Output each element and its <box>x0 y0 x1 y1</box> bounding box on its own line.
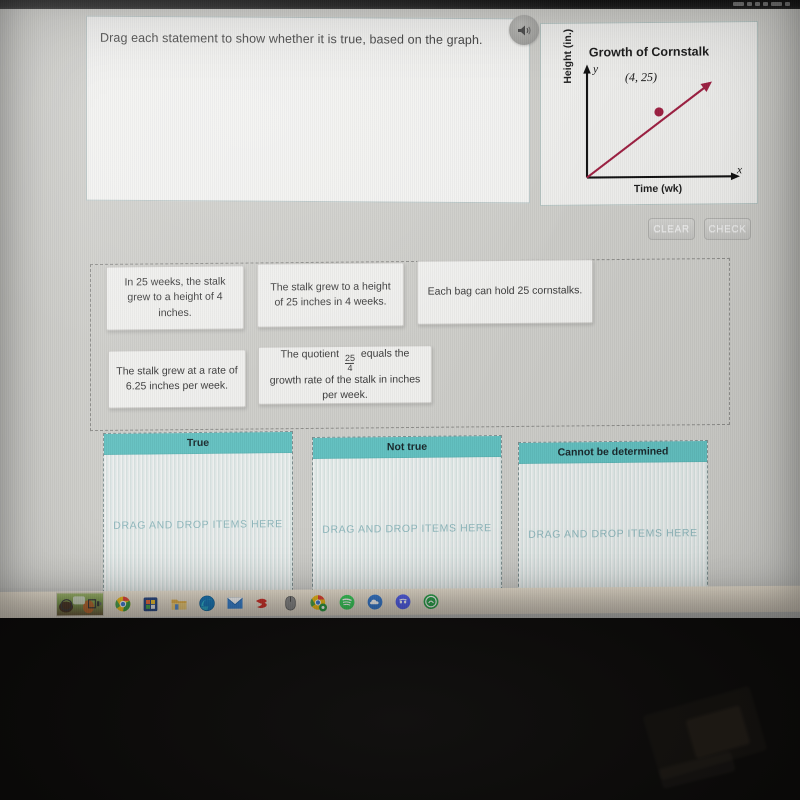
graph-panel: Growth of Cornstalk Height (in.) Time (w… <box>540 21 758 206</box>
graph-y-axis-label: Height (in.) <box>562 28 574 84</box>
statement-tile[interactable]: The stalk grew to a height of 25 inches … <box>257 262 404 328</box>
taskbar-icons <box>58 589 439 618</box>
statement-tile-text: The quotient 25 4 equals the growth rate… <box>266 346 424 404</box>
red-app-icon[interactable] <box>254 594 271 611</box>
circle-outline-icon <box>60 598 73 611</box>
browser-chrome-controls <box>733 1 790 7</box>
windows-taskbar <box>0 585 800 618</box>
speaker-icon <box>517 25 530 35</box>
google-chrome-icon[interactable] <box>114 595 131 612</box>
statement-tile[interactable]: The stalk grew at a rate of 6.25 inches … <box>108 349 246 409</box>
store-glyph-icon <box>143 596 158 611</box>
fraction-25-over-4: 25 4 <box>343 352 357 373</box>
statement-tile-text: In 25 weeks, the stalk grew to a height … <box>124 275 226 319</box>
statement-tile[interactable]: In 25 weeks, the stalk grew to a height … <box>106 265 244 331</box>
mail-icon[interactable] <box>226 595 243 612</box>
drop-zone-header: Not true <box>313 436 501 459</box>
drop-zone-not-true[interactable]: Not true DRAG AND DROP ITEMS HERE <box>312 435 502 602</box>
prompt-panel: Drag each statement to show whether it i… <box>86 15 530 204</box>
folder-glyph-icon <box>171 599 186 610</box>
fraction-denominator: 4 <box>345 362 355 373</box>
statement-tile-text: Each bag can hold 25 cornstalks. <box>427 284 583 299</box>
monitor-photo: Drag each statement to show whether it i… <box>0 0 800 800</box>
chrome-badge-icon[interactable] <box>310 594 327 611</box>
discord-icon[interactable] <box>394 593 411 610</box>
mouse-glyph-icon <box>285 595 296 610</box>
red-ribbon-glyph-icon <box>256 598 267 608</box>
statement-tiles: In 25 weeks, the stalk grew to a height … <box>96 259 736 427</box>
spotify-icon[interactable] <box>338 594 355 611</box>
browser-chrome-strip <box>0 0 800 9</box>
edge-glyph-icon <box>198 595 215 612</box>
graph-y-variable: y <box>593 63 599 76</box>
task-view-glyph-icon <box>87 599 101 609</box>
microsoft-edge-icon[interactable] <box>198 595 215 612</box>
drop-zone-placeholder: DRAG AND DROP ITEMS HERE <box>313 457 501 602</box>
green-app-icon[interactable] <box>422 593 439 610</box>
drop-zones: True DRAG AND DROP ITEMS HERE Not true D… <box>103 431 733 607</box>
action-buttons: CLEAR CHECK <box>648 218 751 240</box>
green-circle-glyph-icon <box>423 594 438 610</box>
drop-zone-header: Cannot be determined <box>519 441 707 464</box>
drop-zone-placeholder: DRAG AND DROP ITEMS HERE <box>519 462 707 607</box>
statement-tile-text: The stalk grew to a height of 25 inches … <box>270 280 391 309</box>
mouse-settings-icon[interactable] <box>282 594 299 611</box>
graph-x-variable: x <box>737 164 743 177</box>
drop-zone-placeholder: DRAG AND DROP ITEMS HERE <box>104 453 292 598</box>
chrome-glyph-icon <box>114 596 130 612</box>
microsoft-store-icon[interactable] <box>142 595 159 612</box>
monitor-screen: Drag each statement to show whether it i… <box>0 0 800 618</box>
graph-x-axis-label: Time (wk) <box>633 182 683 196</box>
drop-zone-true[interactable]: True DRAG AND DROP ITEMS HERE <box>103 431 293 598</box>
statement-tile[interactable]: The quotient 25 4 equals the growth rate… <box>258 345 432 405</box>
fraction-numerator: 25 <box>344 352 355 363</box>
chrome-with-badge-glyph-icon <box>310 594 327 611</box>
cloud-glyph-icon <box>367 594 382 610</box>
graph-point-label: (4, 25) <box>625 69 657 85</box>
envelope-glyph-icon <box>226 597 243 609</box>
statement-tile[interactable]: Each bag can hold 25 cornstalks. <box>417 259 593 325</box>
prompt-text: Drag each statement to show whether it i… <box>100 30 483 48</box>
discord-glyph-icon <box>395 594 410 610</box>
drop-zone-cannot-be-determined[interactable]: Cannot be determined DRAG AND DROP ITEMS… <box>518 440 708 607</box>
statement-tile-text: The stalk grew at a rate of 6.25 inches … <box>116 364 238 393</box>
quotient-text-before: The quotient <box>280 347 340 361</box>
activity-page: Drag each statement to show whether it i… <box>0 8 800 607</box>
task-view-icon[interactable] <box>86 596 103 613</box>
audio-play-button[interactable] <box>509 15 539 45</box>
file-explorer-icon[interactable] <box>170 595 187 612</box>
clear-button[interactable]: CLEAR <box>648 218 695 240</box>
drop-zone-header: True <box>104 432 292 455</box>
spotify-glyph-icon <box>339 594 354 610</box>
blue-cloud-icon[interactable] <box>366 593 383 610</box>
cortana-search-icon[interactable] <box>58 596 75 613</box>
check-button[interactable]: CHECK <box>704 218 751 240</box>
